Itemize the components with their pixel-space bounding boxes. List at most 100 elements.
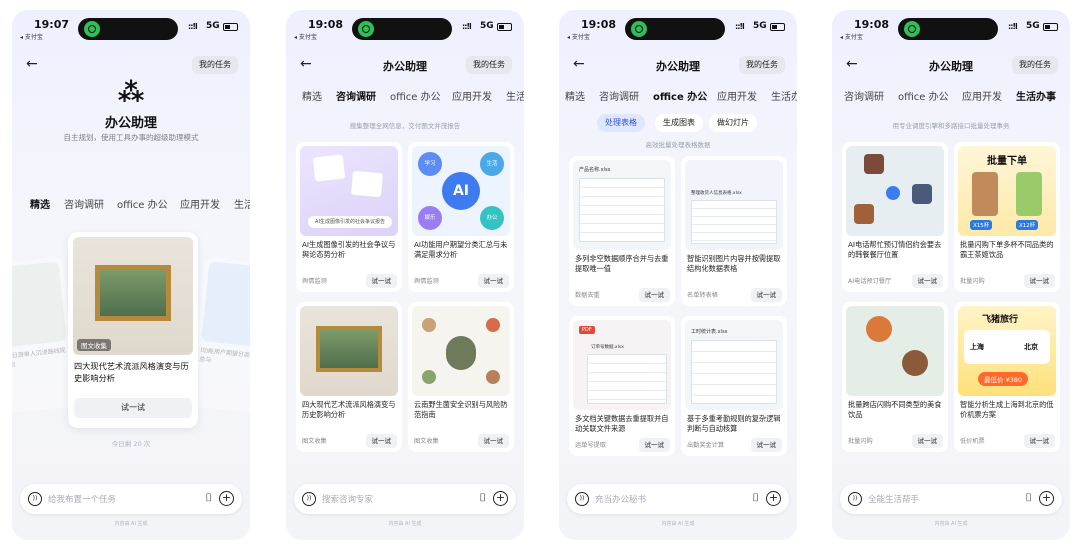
my-tasks-button[interactable]: 我的任务: [192, 56, 238, 74]
sheet-grid: [587, 354, 667, 404]
camera-icon[interactable]: ⌷: [205, 491, 212, 505]
task-input[interactable]: )) 搜索咨询专家 ⌷ +: [294, 484, 516, 514]
tab-office[interactable]: office 办公: [653, 88, 707, 103]
map-thumbnail: [846, 306, 944, 396]
task-card-source: 批量闪购: [848, 438, 873, 445]
chip-make-slides[interactable]: 做幻灯片: [709, 114, 757, 132]
try-button[interactable]: 试一试: [750, 288, 782, 302]
try-button[interactable]: 试一试: [477, 434, 509, 448]
tab-research[interactable]: 咨询调研: [336, 88, 376, 103]
task-card[interactable]: AI电话帮忙预订情侣约会要去的韩餐餐厅位置 AI电话预订餐厅 试一试: [842, 142, 948, 292]
task-card[interactable]: 产品名称.xlsx 多列非空数据顺序合并与去重提取唯一值 数据去重 试一试: [569, 156, 675, 306]
try-button[interactable]: 试一试: [365, 274, 397, 288]
restaurant-photo: [864, 154, 884, 174]
task-card[interactable]: 批量跨店闪购不同类型的美食饮品 批量闪购 试一试: [842, 302, 948, 452]
voice-icon[interactable]: )): [575, 492, 589, 506]
status-carrier: ◂ 支付宝: [567, 34, 590, 41]
task-input[interactable]: )) 给我布置一个任务 ⌷ +: [20, 484, 242, 514]
task-card[interactable]: AI 学习 生活 娱乐 办公 AI功能用户期望分类汇总与未满足需求分析 舆情监测…: [408, 142, 514, 292]
sheet-grid: [691, 340, 777, 404]
task-card-source: 运单号提取: [575, 442, 606, 449]
tab-featured[interactable]: 精选: [302, 88, 322, 103]
back-arrow-icon[interactable]: ←: [26, 56, 38, 72]
tab-office[interactable]: office 办公: [898, 88, 949, 103]
tab-life[interactable]: 生活办: [771, 88, 797, 103]
tab-office[interactable]: office 办公: [390, 88, 441, 103]
task-card[interactable]: 批量下单 X15杯 X12杯 批量闪购下单多杯不同品类的霸王茶姬饮品 批量闪购 …: [954, 142, 1060, 292]
network-label: 5G: [206, 21, 220, 31]
task-card[interactable]: AI生成图像引发的社会争议报告 AI生成图像引发的社会争议与舆论态势分析 舆情监…: [296, 142, 402, 292]
status-carrier: ◂ 支付宝: [840, 34, 863, 41]
try-button[interactable]: 试一试: [911, 434, 943, 448]
tab-research[interactable]: 咨询调研: [599, 88, 639, 103]
featured-tag: 图文收集: [77, 339, 111, 351]
task-card-source: 舆情监测: [414, 278, 439, 285]
try-button[interactable]: 试一试: [477, 274, 509, 288]
tab-research[interactable]: 咨询调研: [64, 196, 104, 211]
mushroom-dot: [422, 370, 436, 384]
task-input[interactable]: )) 充当办公秘书 ⌷ +: [567, 484, 789, 514]
dynamic-island: [898, 18, 998, 40]
add-icon[interactable]: +: [219, 491, 234, 506]
camera-icon[interactable]: ⌷: [752, 491, 759, 505]
voice-icon[interactable]: )): [28, 492, 42, 506]
dynamic-island: [352, 18, 452, 40]
camera-icon[interactable]: ⌷: [479, 491, 486, 505]
tab-office[interactable]: office 办公: [117, 196, 168, 211]
try-button[interactable]: 试一试: [365, 434, 397, 448]
task-input-placeholder: 给我布置一个任务: [48, 495, 117, 505]
try-button[interactable]: 试一试: [1023, 274, 1055, 288]
report-banner: AI生成图像引发的社会争议报告: [308, 216, 392, 228]
status-time: 19:08: [854, 18, 890, 31]
chip-process-tables[interactable]: 处理表格: [597, 114, 645, 132]
tab-app-dev[interactable]: 应用开发: [717, 88, 757, 103]
drink-cup: [972, 172, 998, 216]
task-card-source: 图文收集: [302, 438, 327, 445]
voice-icon[interactable]: )): [848, 492, 862, 506]
try-button[interactable]: 试一试: [638, 438, 670, 452]
tab-app-dev[interactable]: 应用开发: [452, 88, 492, 103]
painting-thumbnail: [300, 306, 398, 396]
my-tasks-button[interactable]: 我的任务: [1012, 56, 1058, 74]
tab-featured[interactable]: 精选: [565, 88, 585, 103]
featured-try-button[interactable]: 试一试: [74, 398, 192, 418]
remaining-count: 今日剩 20 次: [111, 440, 151, 448]
dynamic-island: [625, 18, 725, 40]
battery-icon: [770, 23, 785, 31]
task-card[interactable]: PDF 订单号数据.xlsx 多文档关键数据去重提取并自动关联文件来源 运单号提…: [569, 316, 675, 456]
featured-card[interactable]: 图文收集 四大现代艺术流派风格演变与历史影响分析 试一试: [68, 232, 198, 428]
task-card-source: AI电话预订餐厅: [848, 278, 892, 285]
task-card[interactable]: 云南野生菌安全识别与风险防范指南 图文收集 试一试: [408, 302, 514, 452]
spreadsheet-thumbnail: 产品名称.xlsx: [573, 160, 671, 250]
camera-icon[interactable]: ⌷: [1025, 491, 1032, 505]
ai-disclaimer: 内容由 AI 生成: [934, 521, 968, 527]
task-card[interactable]: 工时统计表.xlsx 基于多重考勤规则的复杂逻辑判断与自动核算 出勤奖金计算 试…: [681, 316, 787, 456]
ai-disclaimer: 内容由 AI 生成: [114, 521, 148, 527]
chip-generate-charts[interactable]: 生成图表: [655, 114, 703, 132]
my-tasks-button[interactable]: 我的任务: [466, 56, 512, 74]
task-card[interactable]: 整理收货人信息表格.xlsx 智能识别图片内容并按需提取结构化数据表格 名单转表…: [681, 156, 787, 306]
ai-disclaimer: 内容由 AI 生成: [661, 521, 695, 527]
carousel-card-right[interactable]: I功能用户期望分类汇总与: [190, 256, 250, 414]
add-icon[interactable]: +: [493, 491, 508, 506]
tab-research[interactable]: 咨询调研: [844, 88, 884, 103]
task-card[interactable]: 飞猪旅行 上海 北京 最低价 ¥380 智能分析生成上海到北京的低价机票方案 低…: [954, 302, 1060, 452]
tab-life[interactable]: 生活: [234, 196, 250, 211]
my-tasks-button[interactable]: 我的任务: [739, 56, 785, 74]
tab-app-dev[interactable]: 应用开发: [962, 88, 1002, 103]
tab-life[interactable]: 生活办事: [1016, 88, 1056, 103]
try-button[interactable]: 试一试: [750, 438, 782, 452]
badge-office: 办公: [480, 206, 504, 230]
tab-featured[interactable]: 精选: [30, 196, 50, 211]
add-icon[interactable]: +: [1039, 491, 1054, 506]
try-button[interactable]: 试一试: [911, 274, 943, 288]
task-input[interactable]: )) 全能生活帮手 ⌷ +: [840, 484, 1062, 514]
voice-icon[interactable]: )): [302, 492, 316, 506]
try-button[interactable]: 试一试: [1023, 434, 1055, 448]
tab-app-dev[interactable]: 应用开发: [180, 196, 220, 211]
add-icon[interactable]: +: [766, 491, 781, 506]
try-button[interactable]: 试一试: [638, 288, 670, 302]
tab-life[interactable]: 生活: [506, 88, 524, 103]
task-card-text: 批量闪购下单多杯不同品类的霸王茶姬饮品: [960, 240, 1054, 259]
task-card[interactable]: 四大现代艺术流派风格演变与历史影响分析 图文收集 试一试: [296, 302, 402, 452]
